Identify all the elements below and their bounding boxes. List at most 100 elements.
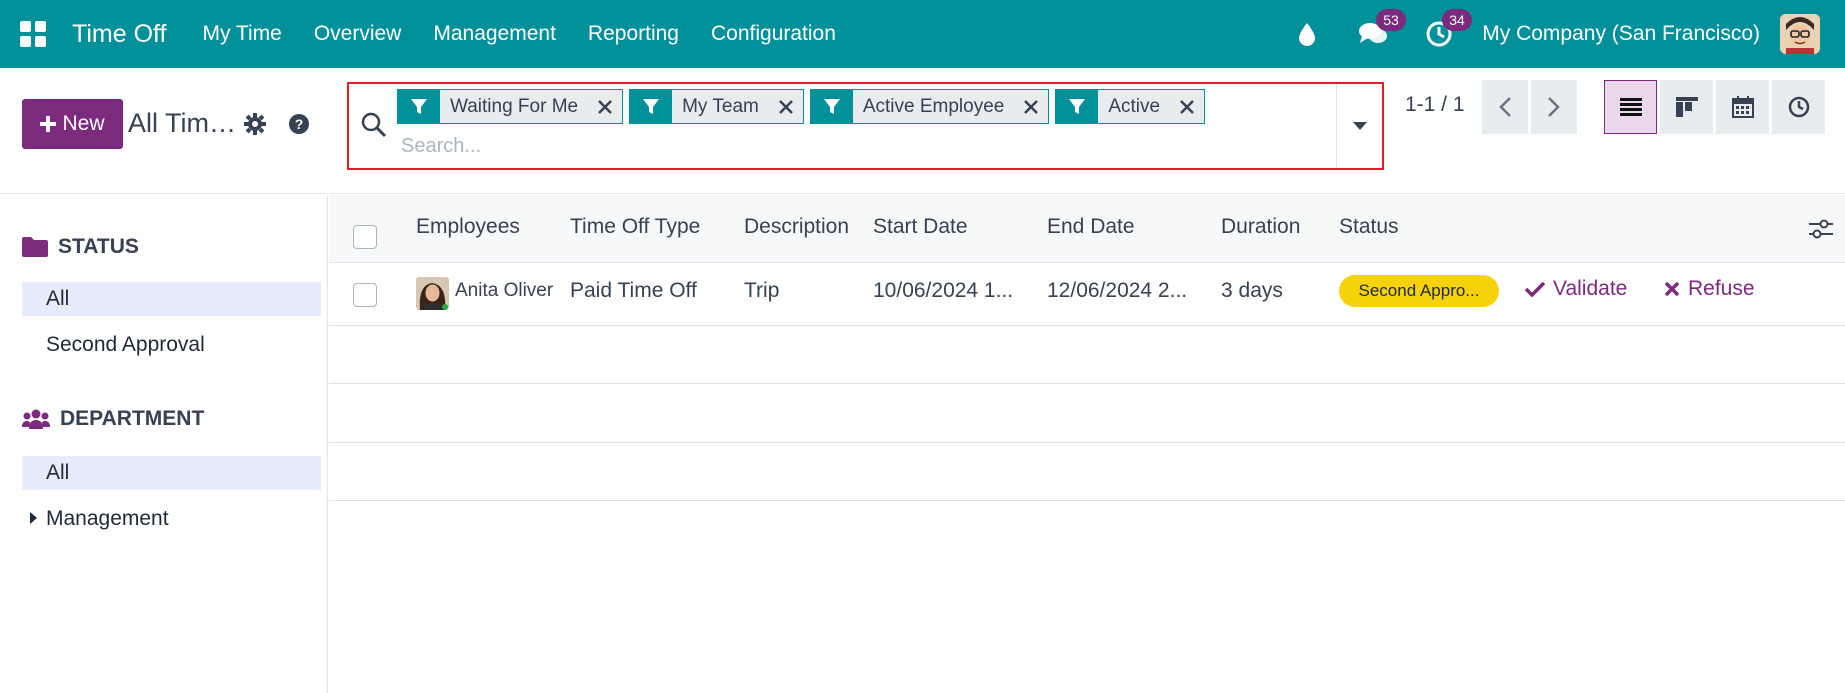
calendar-view-button[interactable]: [1716, 80, 1769, 134]
control-panel: New All Time Off ? Waiting For Me My Tea…: [0, 68, 1845, 194]
facet-my-team: My Team: [629, 89, 804, 124]
search-input[interactable]: [401, 131, 1161, 161]
breadcrumb: All Time Off: [128, 108, 240, 138]
nav-my-time[interactable]: My Time: [202, 22, 281, 46]
svg-text:?: ?: [295, 116, 304, 132]
optional-columns-icon[interactable]: [1809, 217, 1833, 241]
validate-button[interactable]: Validate: [1525, 277, 1627, 301]
chevron-right-icon: [1548, 97, 1560, 117]
column-description[interactable]: Description: [744, 215, 849, 239]
empty-row: [329, 443, 1845, 501]
calendar-icon: [1731, 96, 1754, 118]
status-filter-second-approval[interactable]: Second Approval: [22, 328, 321, 362]
close-icon[interactable]: [1170, 90, 1204, 123]
facet-label: My Team: [682, 95, 759, 117]
department-filter-management[interactable]: Management: [22, 502, 321, 536]
navbar-systray: 53 34 My Company (San Francisco): [1274, 0, 1845, 68]
filter-icon: [1056, 90, 1099, 123]
select-all-checkbox[interactable]: [353, 225, 377, 249]
search-icon: [361, 112, 387, 138]
close-icon: [1664, 281, 1680, 297]
table-header: Employees Time Off Type Description Star…: [329, 195, 1845, 263]
facet-label: Waiting For Me: [450, 95, 579, 117]
nav-overview[interactable]: Overview: [314, 22, 402, 46]
empty-row: [329, 326, 1845, 384]
search-facets: Waiting For Me My Team Active Employee A…: [397, 89, 1206, 124]
filter-icon: [810, 90, 853, 123]
folder-icon: [22, 237, 48, 257]
department-section-title: DEPARTMENT: [60, 407, 205, 430]
plus-icon: [40, 116, 57, 132]
droplet-icon[interactable]: [1290, 17, 1324, 51]
new-button-label: New: [62, 112, 105, 135]
check-icon: [1525, 281, 1545, 297]
chat-icon[interactable]: 53: [1356, 9, 1406, 51]
department-section-header: DEPARTMENT: [22, 407, 204, 431]
company-switcher[interactable]: My Company (San Francisco): [1482, 22, 1760, 46]
facet-label: Active Employee: [862, 95, 1005, 117]
user-avatar[interactable]: [1780, 14, 1820, 54]
duration: 3 days: [1221, 279, 1283, 302]
employee-name: Anita Oliver: [455, 280, 554, 301]
facet-label: Active: [1108, 95, 1161, 117]
status-section-title: STATUS: [58, 235, 139, 258]
time-off-type: Paid Time Off: [570, 279, 697, 302]
help-icon[interactable]: ?: [287, 112, 311, 136]
caret-down-icon: [1352, 122, 1367, 130]
nav-reporting[interactable]: Reporting: [588, 22, 679, 46]
refuse-button[interactable]: Refuse: [1664, 277, 1755, 301]
status-section-header: STATUS: [22, 235, 139, 259]
table-row[interactable]: Anita Oliver Paid Time Off Trip 10/06/20…: [329, 263, 1845, 326]
pager-previous-button[interactable]: [1482, 80, 1528, 134]
employee-avatar: [416, 277, 449, 310]
close-icon[interactable]: [769, 90, 803, 123]
status-badge: Second Appro...: [1339, 275, 1499, 307]
chevron-left-icon: [1499, 97, 1511, 117]
empty-row: [329, 384, 1845, 443]
facet-active: Active: [1055, 89, 1206, 124]
time-off-list: Employees Time Off Type Description Star…: [329, 195, 1845, 693]
close-icon[interactable]: [588, 90, 622, 123]
activity-view-button[interactable]: [1772, 80, 1825, 134]
nav-configuration[interactable]: Configuration: [711, 22, 836, 46]
pager-value[interactable]: 1-1 / 1: [1405, 93, 1465, 117]
column-duration[interactable]: Duration: [1221, 215, 1300, 239]
start-date: 10/06/2024 1...: [873, 279, 1014, 302]
clock-icon[interactable]: 34: [1422, 9, 1472, 51]
users-icon: [22, 409, 50, 429]
validate-label: Validate: [1553, 277, 1628, 300]
status-filter-all[interactable]: All: [22, 282, 321, 316]
column-employees[interactable]: Employees: [416, 215, 520, 239]
filter-icon: [398, 90, 440, 123]
end-date: 12/06/2024 2...: [1047, 279, 1188, 302]
description: Trip: [744, 279, 780, 302]
row-checkbox[interactable]: [353, 283, 377, 307]
search-panel: Waiting For Me My Team Active Employee A…: [347, 82, 1384, 170]
messages-badge: 53: [1376, 9, 1406, 31]
facet-waiting-for-me: Waiting For Me: [397, 89, 624, 124]
search-options-toggle[interactable]: [1336, 84, 1382, 168]
list-icon: [1619, 98, 1642, 116]
list-view-button[interactable]: [1604, 80, 1657, 134]
gear-icon[interactable]: [243, 112, 267, 136]
facet-active-employee: Active Employee: [809, 89, 1050, 124]
caret-right-icon[interactable]: [30, 512, 37, 524]
app-name[interactable]: Time Off: [72, 20, 166, 49]
department-filter-all[interactable]: All: [22, 456, 321, 490]
clock-icon: [1788, 96, 1809, 118]
column-time-off-type[interactable]: Time Off Type: [570, 215, 700, 239]
new-button[interactable]: New: [22, 99, 123, 149]
top-navbar: Time Off My Time Overview Management Rep…: [0, 0, 1845, 68]
kanban-icon: [1675, 97, 1698, 117]
close-icon[interactable]: [1014, 90, 1048, 123]
kanban-view-button[interactable]: [1660, 80, 1713, 134]
side-panel: STATUS All Second Approval DEPARTMENT Al…: [0, 195, 328, 693]
apps-grid-icon[interactable]: [16, 17, 50, 51]
column-start-date[interactable]: Start Date: [873, 215, 968, 239]
column-end-date[interactable]: End Date: [1047, 215, 1135, 239]
column-status[interactable]: Status: [1339, 215, 1399, 239]
refuse-label: Refuse: [1688, 277, 1755, 300]
nav-management[interactable]: Management: [433, 22, 556, 46]
department-filter-management-label: Management: [46, 507, 169, 530]
pager-next-button[interactable]: [1531, 80, 1577, 134]
